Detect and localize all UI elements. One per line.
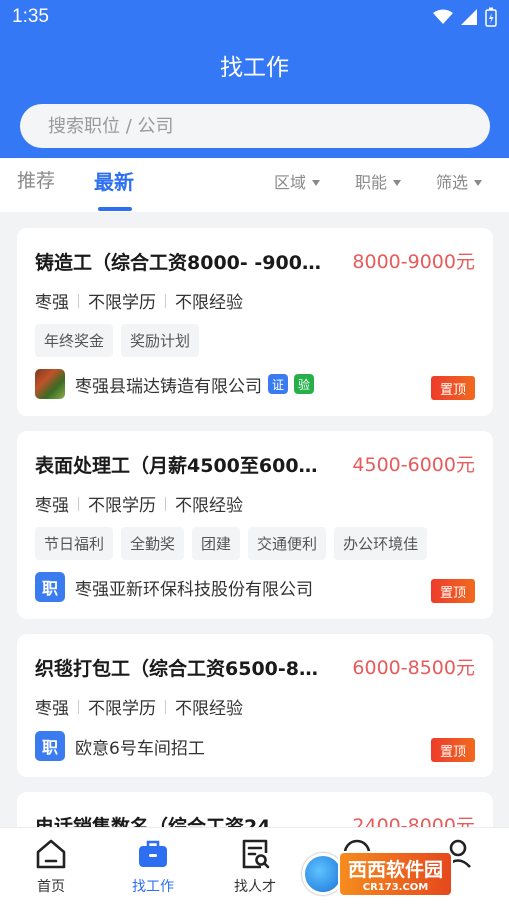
watermark-site: CR173.COM (362, 882, 429, 893)
signal-icon (461, 9, 477, 25)
job-location: 枣强 (35, 699, 69, 719)
active-tab-indicator (98, 207, 132, 211)
filter-more[interactable]: 筛选 (436, 169, 483, 193)
watermark-text: 西西软件园 CR173.COM (338, 851, 454, 897)
company-row[interactable]: 枣强县瑞达铸造有限公司 证 验 (35, 369, 314, 399)
tab-recommended[interactable]: 推荐 (17, 166, 55, 193)
certified-badge: 证 (268, 374, 288, 394)
job-experience: 不限经验 (175, 699, 243, 719)
caret-down-icon (393, 180, 402, 186)
status-time: 1:35 (12, 6, 49, 27)
job-tag: 交通便利 (248, 527, 327, 560)
job-education: 不限学历 (88, 293, 156, 313)
job-meta: 枣强 不限学历 不限经验 (35, 694, 243, 719)
pinned-badge: 置顶 (431, 738, 475, 762)
job-experience: 不限经验 (175, 293, 243, 313)
job-salary: 8000-9000元 (352, 251, 475, 273)
job-location: 枣强 (35, 496, 69, 516)
nav-find-talent[interactable]: 找人才 (215, 836, 295, 896)
job-tag: 节日福利 (35, 527, 114, 560)
watermark-brand: 西西软件园 (348, 859, 444, 881)
search-box[interactable] (20, 104, 490, 148)
job-card[interactable]: 表面处理工（月薪4500至6000元） 4500-6000元 枣强 不限学历 不… (17, 431, 493, 619)
filter-more-label: 筛选 (436, 173, 469, 192)
company-logo: 职 (35, 731, 65, 761)
nav-find-job[interactable]: 找工作 (113, 836, 193, 896)
watermark-logo: 西西软件园 CR173.COM (302, 851, 492, 897)
filter-region-label: 区域 (274, 173, 307, 192)
search-input[interactable] (20, 104, 490, 148)
job-meta: 枣强 不限学历 不限经验 (35, 288, 243, 313)
job-tag: 办公环境佳 (334, 527, 428, 560)
verified-badge: 验 (294, 374, 314, 394)
nav-find-job-label: 找工作 (132, 879, 174, 895)
divider (78, 496, 79, 511)
job-tag: 全勤奖 (121, 527, 185, 560)
company-row[interactable]: 职 枣强亚新环保科技股份有限公司 (35, 572, 313, 602)
pinned-badge: 置顶 (431, 376, 475, 400)
caret-down-icon (474, 180, 483, 186)
wifi-icon (433, 9, 453, 24)
briefcase-icon (139, 840, 167, 867)
nav-home-label: 首页 (37, 879, 65, 895)
job-salary: 6000-8500元 (352, 657, 475, 679)
job-title: 织毯打包工（综合工资6500-8500元） (35, 658, 325, 680)
job-education: 不限学历 (88, 496, 156, 516)
status-icons (433, 7, 497, 27)
divider (165, 699, 166, 714)
divider (78, 699, 79, 714)
company-logo: 职 (35, 572, 65, 602)
job-tag: 年终奖金 (35, 324, 114, 357)
job-experience: 不限经验 (175, 496, 243, 516)
home-icon (36, 839, 66, 869)
job-title: 表面处理工（月薪4500至6000元） (35, 455, 325, 477)
company-row[interactable]: 职 欧意6号车间招工 (35, 731, 205, 761)
page-title: 找工作 (220, 55, 289, 81)
filter-function-label: 职能 (355, 173, 388, 192)
divider (165, 496, 166, 511)
job-tags: 年终奖金 奖励计划 (35, 324, 200, 357)
filter-region[interactable]: 区域 (274, 169, 321, 193)
company-name: 枣强县瑞达铸造有限公司 (75, 376, 262, 397)
job-meta: 枣强 不限学历 不限经验 (35, 491, 243, 516)
battery-icon (485, 7, 497, 27)
job-location: 枣强 (35, 293, 69, 313)
company-name: 枣强亚新环保科技股份有限公司 (75, 579, 313, 600)
nav-find-talent-label: 找人才 (234, 879, 276, 895)
nav-home[interactable]: 首页 (11, 836, 91, 896)
resume-search-icon (242, 839, 270, 869)
job-card[interactable]: 织毯打包工（综合工资6500-8500元） 6000-8500元 枣强 不限学历… (17, 634, 493, 777)
tab-latest[interactable]: 最新 (94, 166, 134, 195)
divider (165, 293, 166, 308)
job-title: 铸造工（综合工资8000- -9000元） (35, 252, 325, 274)
filter-function[interactable]: 职能 (355, 169, 402, 193)
header: 1:35 找工作 (0, 0, 509, 158)
job-tag: 团建 (192, 527, 241, 560)
job-salary: 4500-6000元 (352, 454, 475, 476)
job-education: 不限学历 (88, 699, 156, 719)
company-name: 欧意6号车间招工 (75, 738, 205, 759)
divider (78, 293, 79, 308)
caret-down-icon (312, 180, 321, 186)
status-bar: 1:35 (0, 0, 509, 36)
job-tags: 节日福利 全勤奖 团建 交通便利 办公环境佳 (35, 527, 428, 560)
company-logo (35, 369, 65, 399)
job-tag: 奖励计划 (121, 324, 200, 357)
pinned-badge: 置顶 (431, 579, 475, 603)
tab-bar: 推荐 最新 区域 职能 筛选 (0, 158, 509, 212)
job-card[interactable]: 铸造工（综合工资8000- -9000元） 8000-9000元 枣强 不限学历… (17, 228, 493, 416)
